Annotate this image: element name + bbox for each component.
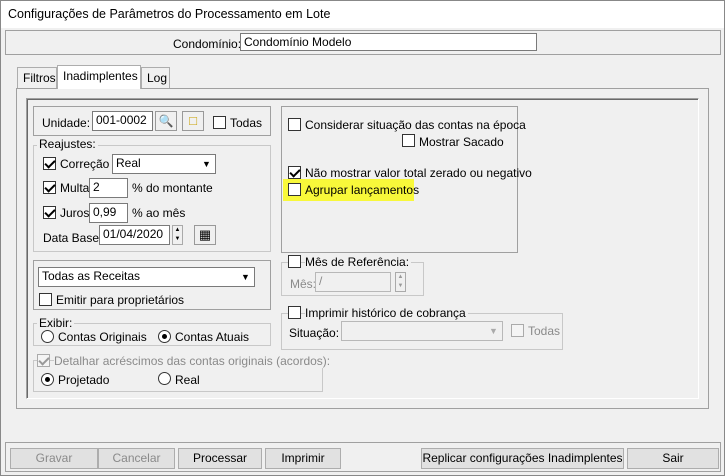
receitas-value: Todas as Receitas (42, 269, 141, 283)
todas-situacao-label: Todas (528, 324, 561, 338)
dialog-window: Configurações de Parâmetros do Processam… (0, 0, 725, 476)
juros-suffix: % ao mês (132, 206, 186, 220)
mes-field[interactable]: / (315, 272, 391, 292)
cancelar-button[interactable]: Cancelar (98, 448, 175, 469)
correcao-value: Real (116, 156, 141, 170)
sair-button[interactable]: Sair (627, 448, 719, 469)
folder-icon[interactable]: □ (182, 111, 204, 131)
imprimir-button[interactable]: Imprimir (265, 448, 341, 469)
juros-label: Juros (60, 206, 90, 220)
mes-spinner[interactable]: ▲ ▼ (395, 272, 406, 292)
considerar-checkbox[interactable] (288, 118, 301, 131)
emitir-checkbox[interactable] (39, 293, 52, 306)
chevron-down-icon: ▼ (489, 326, 498, 336)
real-label: Real (175, 373, 200, 387)
mes-label: Mês: (290, 277, 317, 291)
gravar-button[interactable]: Gravar (10, 448, 98, 469)
contas-atuais-label: Contas Atuais (175, 330, 250, 344)
chevron-down-icon: ▼ (241, 272, 250, 282)
mostrar-sacado-checkbox[interactable] (402, 134, 415, 147)
tab-inadimplentes[interactable]: Inadimplentes (57, 65, 141, 89)
processar-button[interactable]: Processar (178, 448, 262, 469)
date-spinner[interactable]: ▲ ▼ (172, 225, 183, 245)
tab-log[interactable]: Log (141, 67, 170, 88)
detalhar-label: Detalhar acréscimos das contas originais… (54, 354, 333, 368)
mes-referencia-checkbox[interactable] (288, 255, 301, 268)
mes-referencia-label: Mês de Referência: (305, 255, 412, 269)
mostrar-sacado-label: Mostrar Sacado (419, 135, 504, 149)
considerar-label: Considerar situação das contas na época (305, 118, 526, 132)
agrupar-label: Agrupar lançamentos (305, 183, 420, 197)
chevron-down-icon: ▼ (202, 159, 211, 169)
real-radio[interactable] (158, 372, 171, 385)
situacao-select[interactable]: ▼ (341, 321, 503, 341)
todas-situacao-checkbox[interactable] (511, 324, 524, 337)
todas-unidade-checkbox[interactable] (213, 116, 226, 129)
tab-filtros[interactable]: Filtros (17, 67, 57, 88)
multa-field[interactable]: 2 (89, 178, 128, 198)
condominio-label: Condomínio: (173, 37, 242, 51)
situacao-label: Situação: (289, 326, 340, 340)
calendar-icon[interactable]: ▦ (194, 225, 216, 245)
reajustes-legend: Reajustes: (37, 137, 98, 151)
database-field[interactable]: 01/04/2020 (99, 225, 170, 245)
historico-label: Imprimir histórico de cobrança (305, 306, 468, 320)
correcao-select[interactable]: Real ▼ (112, 154, 216, 174)
nao-mostrar-checkbox[interactable] (288, 166, 301, 179)
historico-checkbox[interactable] (288, 306, 301, 319)
multa-checkbox[interactable] (43, 181, 56, 194)
contas-atuais-radio[interactable] (158, 330, 171, 343)
multa-label: Multa (60, 181, 90, 195)
receitas-select[interactable]: Todas as Receitas ▼ (38, 267, 255, 287)
correcao-label: Correção (60, 157, 110, 171)
juros-field[interactable]: 0,99 (89, 203, 128, 223)
multa-suffix: % do montante (132, 181, 213, 195)
contas-originais-radio[interactable] (41, 330, 54, 343)
condominio-field[interactable]: Condomínio Modelo (240, 33, 537, 51)
juros-checkbox[interactable] (43, 206, 56, 219)
agrupar-checkbox[interactable] (288, 183, 301, 196)
database-label: Data Base: (43, 231, 103, 245)
projetado-label: Projetado (58, 373, 110, 387)
correcao-checkbox[interactable] (43, 157, 56, 170)
nao-mostrar-label: Não mostrar valor total zerado ou negati… (305, 166, 532, 180)
binoculars-icon[interactable]: 🔍 (155, 111, 177, 131)
contas-originais-label: Contas Originais (58, 330, 147, 344)
title-bar: Configurações de Parâmetros do Processam… (1, 1, 724, 28)
detalhar-checkbox[interactable] (37, 354, 50, 367)
replicar-button[interactable]: Replicar configurações Inadimplentes (421, 448, 624, 469)
window-title: Configurações de Parâmetros do Processam… (8, 7, 331, 21)
exibir-legend: Exibir: (37, 316, 75, 330)
unidade-label: Unidade: (42, 116, 91, 130)
projetado-radio[interactable] (41, 373, 54, 386)
todas-unidade-label: Todas (230, 116, 263, 130)
emitir-label: Emitir para proprietários (56, 293, 185, 307)
unidade-field[interactable]: 001-0002 (92, 111, 153, 131)
